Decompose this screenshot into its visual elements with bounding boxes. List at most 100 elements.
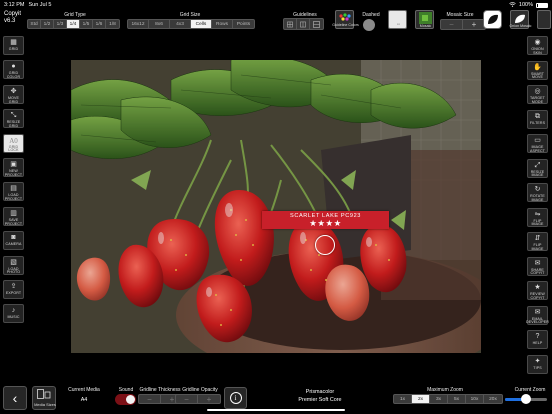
sound-toggle-knob	[126, 395, 135, 404]
guidelines-selector[interactable]	[283, 18, 324, 30]
sidebar-label: Music	[7, 315, 20, 320]
right-sidebar-label: Image Aspect	[530, 145, 545, 153]
sidebar-export-button[interactable]: ⇪ Export	[3, 280, 24, 299]
grid-icon: ▦	[10, 39, 17, 46]
status-date: Sun Jul 5	[28, 2, 52, 8]
guideline-horizontal-icon[interactable]	[310, 19, 323, 29]
right-sidebar-resize-image-button[interactable]: ⤢ Resize Image	[527, 158, 548, 178]
grid-size-option[interactable]: Points	[233, 20, 254, 28]
grid-type-option[interactable]: 1/5	[80, 20, 93, 28]
grid-size-option[interactable]: 8x6	[149, 20, 170, 28]
zoom-option[interactable]: 10x	[466, 395, 484, 403]
app-title: Copyit v6.3	[4, 11, 21, 25]
dashed-style-button[interactable]: ▭	[388, 10, 407, 29]
sound-toggle[interactable]	[115, 394, 136, 405]
right-sidebar-smart-move-button[interactable]: ✋ Smart Move	[527, 60, 548, 80]
leaf-icon	[488, 14, 498, 24]
right-sidebar-image-aspect-button[interactable]: ▭ Image Aspect	[527, 134, 548, 153]
right-sidebar-flip-image-button[interactable]: ⇵ Flip Image	[527, 232, 548, 251]
lightbulb-icon: ✦	[534, 357, 541, 365]
guideline-vertical-icon[interactable]	[297, 19, 310, 29]
grid-type-option[interactable]: 1/4	[67, 20, 80, 28]
gridline-thickness-minus[interactable]: −	[139, 395, 161, 404]
current-zoom-slider[interactable]	[505, 394, 547, 404]
dashed-toggle[interactable]	[363, 19, 375, 31]
sidebar-label: Grid Color	[6, 71, 21, 80]
grid-type-option[interactable]: 1/6	[93, 20, 106, 28]
sidebar-grid-button[interactable]: ▦ Grid	[3, 36, 24, 55]
grid-type-option[interactable]: 1/2	[41, 20, 54, 28]
grid-type-label: Grid Type	[64, 12, 86, 18]
dashed-label: Dashed	[362, 12, 380, 18]
extra-toolbar-button[interactable]	[537, 10, 551, 29]
max-zoom-label: Maximum Zoom	[427, 387, 463, 393]
right-sidebar-label: Resize Image	[530, 169, 545, 178]
sidebar-resize-grid-button[interactable]: ⤡ Resize Grid	[3, 109, 24, 129]
email-icon: ✉	[534, 308, 541, 316]
grid-type-selector[interactable]: Std 1/2 1/3 1/4 1/5 1/6 1/8	[27, 19, 120, 29]
sidebar-load-photo-button[interactable]: ▧ Load Photo	[3, 255, 24, 275]
right-sidebar-help-button[interactable]: ? Help	[527, 330, 548, 349]
zoom-option[interactable]: 2x	[412, 395, 430, 403]
right-sidebar-email-developer-button[interactable]: ✉ Email Developer	[526, 305, 549, 325]
mosaic-button[interactable]: Mosaic	[415, 10, 434, 29]
zoom-option[interactable]: 5x	[448, 395, 466, 403]
right-sidebar-tips-button[interactable]: ✦ Tips	[527, 354, 548, 374]
grid-size-option[interactable]: Rows	[212, 20, 233, 28]
reference-photo[interactable]	[71, 60, 481, 353]
zoom-slider-thumb[interactable]	[521, 394, 531, 404]
guideline-colors-button[interactable]: Guideline Colors	[332, 10, 359, 29]
right-sidebar-target-mode-button[interactable]: ◎ Target Mode	[527, 85, 548, 104]
zoom-option[interactable]: 1x	[394, 395, 412, 403]
current-media-value[interactable]: A4	[72, 397, 96, 403]
right-sidebar-label: Tips	[533, 365, 542, 370]
info-button[interactable]: i	[224, 387, 247, 409]
right-sidebar-label: Target Mode	[530, 96, 545, 104]
guideline-grid-icon[interactable]	[284, 19, 297, 29]
sidebar-label: Grid	[8, 47, 19, 51]
sidebar-grid-color-button[interactable]: ● Grid Color	[3, 60, 24, 80]
grid-type-option[interactable]: 1/3	[54, 20, 67, 28]
right-sidebar-review-copyit-button[interactable]: ★ Review Copyit	[527, 281, 548, 300]
onion-mosaic-toggle[interactable]	[483, 10, 502, 29]
move-icon: ✥	[10, 87, 17, 95]
media-sizes-button[interactable]: Media Sizes	[32, 386, 56, 410]
sidebar-load-project-button[interactable]: ▤ Load Project	[3, 182, 24, 202]
target-icon: ◎	[534, 88, 541, 95]
sidebar-grid-lock-button[interactable]: A0 Grid Lock	[3, 133, 24, 153]
grid-size-selector[interactable]: 16x12 8x6 4x3 Cells Rows Points	[127, 19, 255, 29]
mosaic-size-plus[interactable]: +	[463, 20, 485, 29]
gridline-opacity-plus[interactable]: +	[198, 395, 220, 404]
zoom-option[interactable]: 3x	[430, 395, 448, 403]
max-zoom-selector[interactable]: 1x 2x 3x 5x 10x 20x	[393, 394, 503, 404]
right-sidebar-rotate-image-button[interactable]: ↻ Rotate Image	[527, 183, 548, 202]
right-sidebar-onion-skin-button[interactable]: ◉ Onion Skin	[527, 36, 548, 55]
sidebar-label: Camera	[5, 242, 22, 247]
sidebar-move-grid-button[interactable]: ✥ Move Grid	[3, 84, 24, 104]
grid-size-option[interactable]: 4x3	[170, 20, 191, 28]
grid-size-option[interactable]: Cells	[191, 20, 212, 28]
filter-icon: ⧉	[535, 112, 540, 120]
sidebar-save-project-button[interactable]: ▥ Save Project	[3, 206, 24, 226]
right-sidebar-share-copyit-button[interactable]: ✉ Share Copyit	[527, 256, 548, 276]
current-zoom-label: Current Zoom	[514, 387, 546, 393]
grid-type-option[interactable]: 1/8	[106, 20, 119, 28]
color-picker-cursor[interactable]	[315, 235, 335, 255]
mosaic-size-stepper[interactable]: − +	[440, 19, 486, 30]
sidebar-music-button[interactable]: ♪ Music	[3, 304, 24, 324]
back-button[interactable]: ‹	[3, 386, 27, 410]
grid-type-option[interactable]: Std	[28, 20, 41, 28]
gridline-opacity-stepper[interactable]: − +	[175, 394, 221, 404]
grid-size-option[interactable]: 16x12	[128, 20, 149, 28]
right-sidebar-label: Filters	[529, 120, 546, 125]
onion-mosaic-button[interactable]: Onion Mosaic	[510, 10, 531, 29]
gridline-opacity-minus[interactable]: −	[176, 395, 198, 404]
sidebar-new-project-button[interactable]: ▣ New Project	[3, 158, 24, 177]
mosaic-size-minus[interactable]: −	[441, 20, 463, 29]
sidebar-camera-button[interactable]: ◙ Camera	[3, 231, 24, 251]
zoom-option[interactable]: 20x	[484, 395, 502, 403]
brand-name: Prismacolor	[305, 389, 335, 395]
right-sidebar-filters-button[interactable]: ⧉ Filters	[527, 109, 548, 129]
right-sidebar-flip-image-button[interactable]: ⇋ Flip Image	[527, 207, 548, 227]
right-sidebar-label: Help	[532, 341, 543, 345]
